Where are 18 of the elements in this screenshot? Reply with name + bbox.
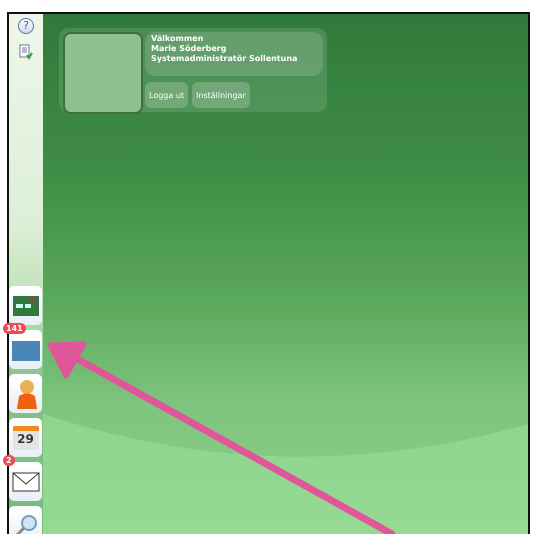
welcome-text: Välkommen xyxy=(151,34,204,44)
help-button[interactable]: ? xyxy=(18,18,34,34)
dock-tile[interactable] xyxy=(9,506,42,534)
welcome-text: Marie Söderberg xyxy=(151,44,228,54)
dock-tile[interactable] xyxy=(9,330,42,369)
dock-tile[interactable] xyxy=(9,286,42,325)
card-icon xyxy=(12,296,38,316)
calendar-day: 29 xyxy=(17,430,34,448)
count-badge: 141 xyxy=(3,323,26,334)
dock-tile[interactable] xyxy=(9,374,42,413)
welcome-text: Systemadministratör Sollentuna xyxy=(151,54,298,64)
folder-icon xyxy=(12,338,40,360)
dock-tile[interactable]: 29 xyxy=(9,418,42,457)
document-check-icon[interactable] xyxy=(19,44,33,60)
count-badge: 2 xyxy=(3,455,15,466)
envelope-icon xyxy=(12,472,40,492)
dock-tile[interactable] xyxy=(9,462,42,501)
person-icon xyxy=(14,378,36,408)
